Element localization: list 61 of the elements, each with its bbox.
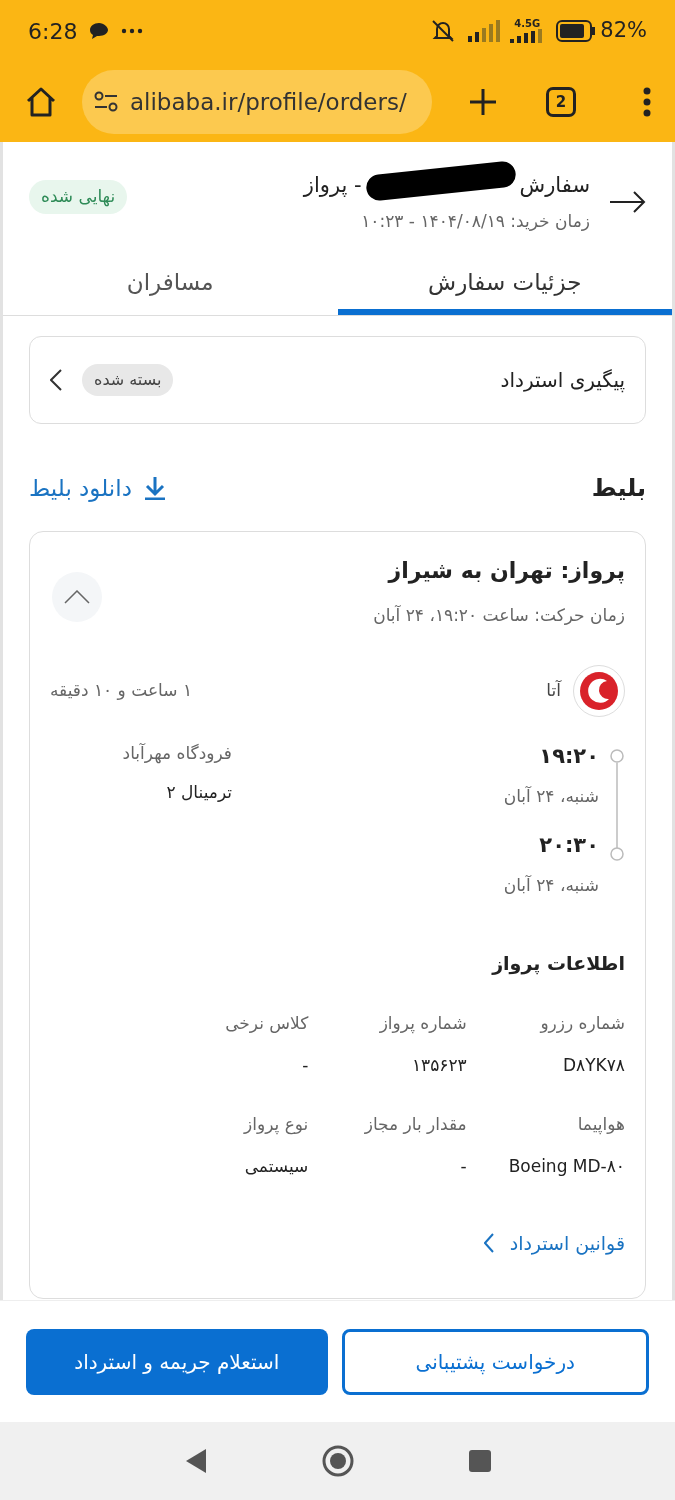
home-icon[interactable] xyxy=(24,85,58,119)
download-icon xyxy=(143,476,166,500)
refund-tracking-card[interactable]: پیگیری استرداد بسته شده xyxy=(29,336,646,424)
status-badge: بسته شده xyxy=(82,364,174,396)
chat-icon xyxy=(89,22,110,40)
status-badge: نهایی شده xyxy=(29,180,128,214)
field-value: - xyxy=(460,1154,467,1178)
field-label: کلاس نرخی xyxy=(224,1012,309,1035)
field-label: هواپیما xyxy=(576,1113,625,1137)
airline-name: آتا xyxy=(546,678,561,702)
back-icon[interactable] xyxy=(184,1448,207,1474)
signal-icon xyxy=(510,29,545,43)
field-label: نوع پرواز xyxy=(242,1113,309,1137)
battery-percent: 82% xyxy=(600,17,647,45)
tab-switcher[interactable]: 2 xyxy=(546,87,576,117)
refund-tracking-label: پیگیری استرداد xyxy=(500,367,625,395)
status-time: 6:28 xyxy=(28,17,78,46)
section-heading: اطلاعات پرواز xyxy=(490,950,625,977)
order-title: - پرواز xyxy=(303,171,362,199)
stop-date: شنبه، ۲۴ آبان xyxy=(503,785,599,808)
more-icon xyxy=(121,28,144,34)
stop-date: شنبه، ۲۴ آبان xyxy=(503,874,599,897)
field-value: Boeing MD-۸۰ xyxy=(508,1154,625,1178)
purchase-time: زمان خرید: ۱۴۰۴/۰۸/۱۹ - ۱۰:۲۳ xyxy=(360,210,590,233)
back-arrow-icon[interactable] xyxy=(610,190,646,214)
url-text: alibaba.ir/profile/orders/ xyxy=(130,87,407,117)
field-label: شماره پرواز xyxy=(378,1012,467,1036)
recents-icon[interactable] xyxy=(468,1450,491,1472)
flight-title: پرواز: تهران به شیراز xyxy=(386,557,625,586)
chevron-up-icon xyxy=(64,590,90,604)
stop-time: ۱۹:۲۰ xyxy=(538,742,599,770)
menu-icon[interactable] xyxy=(643,87,651,117)
address-bar[interactable]: alibaba.ir/profile/orders/ xyxy=(82,70,432,134)
home-icon[interactable] xyxy=(321,1445,354,1477)
terminal-name: ترمینال ۲ xyxy=(165,781,232,804)
refund-rules-link[interactable]: قوانین استرداد xyxy=(50,1229,625,1258)
airport-name: فرودگاه مهرآباد xyxy=(121,741,232,766)
flight-duration: ۱ ساعت و ۱۰ دقیقه xyxy=(50,678,193,702)
order-title: سفارش xyxy=(519,171,590,199)
field-value: - xyxy=(302,1053,309,1077)
network-type: 4.5G xyxy=(514,19,541,29)
support-request-button[interactable]: درخواست پشتیبانی xyxy=(341,1328,649,1395)
chevron-left-icon xyxy=(483,1233,494,1254)
chevron-left-icon xyxy=(50,369,62,391)
field-label: شماره رزرو xyxy=(538,1012,625,1035)
stop-time: ۲۰:۳۰ xyxy=(538,831,599,859)
field-value: سیستمی xyxy=(244,1154,309,1178)
site-settings-icon[interactable] xyxy=(94,91,118,113)
tab[interactable]: مسافران xyxy=(3,250,338,315)
airline-logo-icon xyxy=(579,670,619,711)
field-value: ۱۳۵۶۲۳ xyxy=(411,1053,467,1077)
refund-inquiry-button[interactable]: استعلام جریمه و استرداد xyxy=(26,1328,328,1395)
tab[interactable]: جزئیات سفارش xyxy=(337,250,672,315)
field-label: مقدار بار مجاز xyxy=(363,1113,467,1136)
field-value: D۸YK۷۸ xyxy=(563,1053,625,1077)
section-heading: بلیط xyxy=(591,473,646,504)
signal-icon xyxy=(468,20,503,42)
battery-icon xyxy=(556,20,597,42)
new-tab-icon[interactable] xyxy=(468,87,498,117)
download-ticket-link[interactable]: دانلود بلیط xyxy=(29,470,166,506)
departure-time: زمان حرکت: ساعت ۱۹:۲۰، ۲۴ آبان xyxy=(373,604,625,627)
